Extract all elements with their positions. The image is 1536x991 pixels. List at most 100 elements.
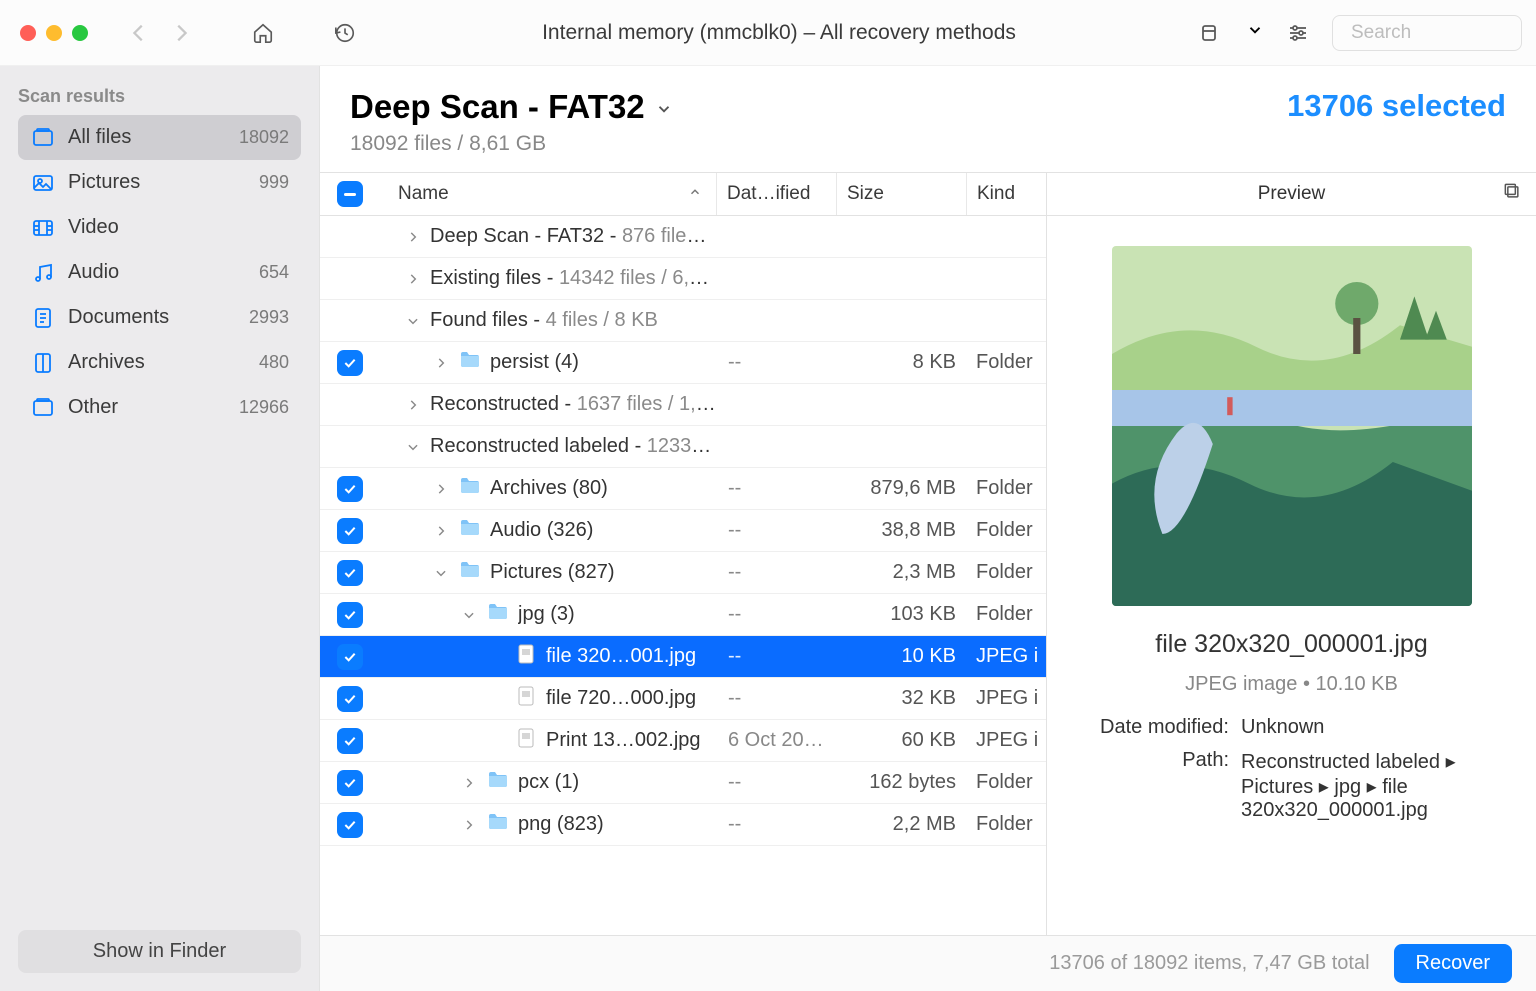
row-checkbox[interactable] <box>337 812 363 838</box>
sidebar-item-count: 654 <box>259 262 289 283</box>
folder-icon <box>458 558 482 588</box>
nav-forward[interactable] <box>160 13 202 53</box>
group-row[interactable]: Found files - 4 files / 8 KB <box>320 300 1046 342</box>
row-checkbox[interactable] <box>337 560 363 586</box>
disclosure-right-icon[interactable] <box>404 270 422 288</box>
sidebar: Scan results All files18092Pictures999Vi… <box>0 66 320 991</box>
toolbar: Internal memory (mmcblk0) – All recovery… <box>0 0 1536 66</box>
film-icon <box>30 215 56 241</box>
main-title[interactable]: Deep Scan - FAT32 <box>350 88 1287 126</box>
disclosure-right-icon[interactable] <box>404 228 422 246</box>
row-checkbox[interactable] <box>337 350 363 376</box>
row-size: 8 KB <box>836 351 966 374</box>
nav-back[interactable] <box>118 13 160 53</box>
preview-meta: JPEG image • 10.10 KB <box>1079 673 1504 696</box>
row-kind: Folder <box>966 519 1046 542</box>
file-tree[interactable]: Deep Scan - FAT32 - 876 files / 203,2 MB… <box>320 216 1046 935</box>
file-row[interactable]: Print 13…002.jpg 6 Oct 20… 60 KB JPEG i <box>320 720 1046 762</box>
history-icon[interactable] <box>324 13 366 53</box>
folder-row[interactable]: png (823) -- 2,2 MB Folder <box>320 804 1046 846</box>
row-size: 162 bytes <box>836 771 966 794</box>
chevron-down-icon[interactable] <box>1246 21 1264 44</box>
recover-button[interactable]: Recover <box>1394 944 1512 983</box>
file-row[interactable]: file 720…000.jpg -- 32 KB JPEG i <box>320 678 1046 720</box>
row-checkbox[interactable] <box>337 518 363 544</box>
show-in-finder-button[interactable]: Show in Finder <box>18 930 301 973</box>
row-name: Reconstructed labeled - 1233 files / 920… <box>430 435 716 458</box>
sidebar-item-archives[interactable]: Archives480 <box>18 340 301 385</box>
folder-row[interactable]: pcx (1) -- 162 bytes Folder <box>320 762 1046 804</box>
col-kind[interactable]: Kind <box>966 173 1046 215</box>
disclosure-right-icon[interactable] <box>432 354 450 372</box>
row-checkbox[interactable] <box>337 728 363 754</box>
row-checkbox[interactable] <box>337 770 363 796</box>
sidebar-item-count: 999 <box>259 172 289 193</box>
row-size: 38,8 MB <box>836 519 966 542</box>
row-size: 879,6 MB <box>836 477 966 500</box>
window-title: Internal memory (mmcblk0) – All recovery… <box>366 21 1192 45</box>
col-date[interactable]: Dat…ified <box>716 173 836 215</box>
disclosure-down-icon[interactable] <box>404 438 422 456</box>
maximize-window[interactable] <box>72 25 88 41</box>
disclosure-right-icon[interactable] <box>404 396 422 414</box>
filters-icon[interactable] <box>1278 13 1318 53</box>
main-panel: Deep Scan - FAT32 18092 files / 8,61 GB … <box>320 66 1536 991</box>
row-checkbox[interactable] <box>337 602 363 628</box>
sidebar-item-audio[interactable]: Audio654 <box>18 250 301 295</box>
folder-row[interactable]: Pictures (827) -- 2,3 MB Folder <box>320 552 1046 594</box>
folder-row[interactable]: Audio (326) -- 38,8 MB Folder <box>320 510 1046 552</box>
sidebar-item-video[interactable]: Video <box>18 205 301 250</box>
folder-row[interactable]: persist (4) -- 8 KB Folder <box>320 342 1046 384</box>
popout-icon[interactable] <box>1502 181 1522 207</box>
sidebar-item-count: 12966 <box>239 397 289 418</box>
row-checkbox[interactable] <box>337 644 363 670</box>
sidebar-item-other[interactable]: Other12966 <box>18 385 301 430</box>
disclosure-right-icon[interactable] <box>460 816 478 834</box>
row-checkbox[interactable] <box>337 686 363 712</box>
select-all-checkbox[interactable] <box>337 181 363 207</box>
search-input[interactable] <box>1351 22 1536 44</box>
music-icon <box>30 260 56 286</box>
sidebar-item-documents[interactable]: Documents2993 <box>18 295 301 340</box>
home-button[interactable] <box>242 13 284 53</box>
folder-row[interactable]: jpg (3) -- 103 KB Folder <box>320 594 1046 636</box>
row-name: Found files - 4 files / 8 KB <box>430 309 658 332</box>
folder-icon <box>458 474 482 504</box>
col-size[interactable]: Size <box>836 173 966 215</box>
window-controls <box>20 25 88 41</box>
row-size: 2,3 MB <box>836 561 966 584</box>
file-icon <box>514 684 538 714</box>
row-size: 2,2 MB <box>836 813 966 836</box>
group-row[interactable]: Deep Scan - FAT32 - 876 files / 203,2 MB <box>320 216 1046 258</box>
disclosure-right-icon[interactable] <box>432 522 450 540</box>
row-checkbox[interactable] <box>337 476 363 502</box>
main-subtitle: 18092 files / 8,61 GB <box>350 132 1287 156</box>
footer-status: 13706 of 18092 items, 7,47 GB total <box>344 952 1394 975</box>
file-row[interactable]: file 320…001.jpg -- 10 KB JPEG i <box>320 636 1046 678</box>
disclosure-down-icon[interactable] <box>432 564 450 582</box>
view-options[interactable] <box>1192 13 1232 53</box>
row-date: -- <box>716 603 836 626</box>
row-name: pcx (1) <box>518 771 579 794</box>
minimize-window[interactable] <box>46 25 62 41</box>
disclosure-right-icon[interactable] <box>460 774 478 792</box>
sidebar-item-pictures[interactable]: Pictures999 <box>18 160 301 205</box>
disclosure-down-icon[interactable] <box>404 312 422 330</box>
image-icon <box>30 170 56 196</box>
row-name: Deep Scan - FAT32 - 876 files / 203,2 MB <box>430 225 716 248</box>
disclosure-right-icon[interactable] <box>432 480 450 498</box>
search-box[interactable] <box>1332 15 1522 51</box>
sidebar-item-all-files[interactable]: All files18092 <box>18 115 301 160</box>
group-row[interactable]: Reconstructed labeled - 1233 files / 920… <box>320 426 1046 468</box>
row-name: persist (4) <box>490 351 579 374</box>
sidebar-item-label: Archives <box>68 351 145 374</box>
group-row[interactable]: Existing files - 14342 files / 6,34 GB <box>320 258 1046 300</box>
sort-asc-icon <box>682 183 702 205</box>
close-window[interactable] <box>20 25 36 41</box>
disclosure-down-icon[interactable] <box>460 606 478 624</box>
row-date: -- <box>716 351 836 374</box>
group-row[interactable]: Reconstructed - 1637 files / 1,14 GB <box>320 384 1046 426</box>
folder-row[interactable]: Archives (80) -- 879,6 MB Folder <box>320 468 1046 510</box>
row-date: -- <box>716 813 836 836</box>
col-name[interactable]: Name <box>380 173 716 215</box>
